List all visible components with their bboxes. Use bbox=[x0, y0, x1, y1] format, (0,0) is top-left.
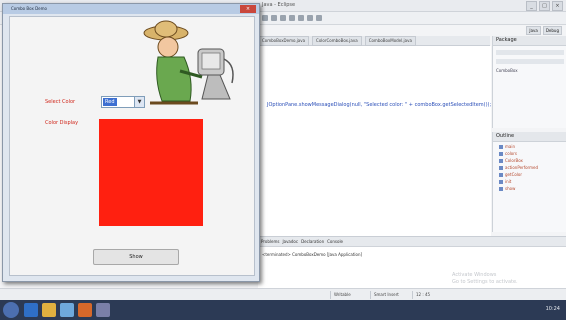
watermark-line-2: Go to Settings to activate. bbox=[452, 279, 518, 285]
show-button[interactable]: Show bbox=[93, 249, 179, 265]
method-icon bbox=[499, 186, 503, 191]
system-clock: 10:24 bbox=[545, 306, 560, 312]
forward-icon[interactable] bbox=[316, 15, 322, 21]
activation-watermark: Activate Windows Go to Settings to activ… bbox=[452, 272, 518, 286]
tab-comboboxdemo[interactable]: ComboBoxDemo.java bbox=[258, 36, 310, 46]
package-panel-title: Package bbox=[493, 36, 566, 46]
debug-icon[interactable] bbox=[289, 15, 295, 21]
media-icon[interactable] bbox=[60, 303, 74, 317]
outline-item[interactable]: main bbox=[499, 144, 561, 149]
run-icon[interactable] bbox=[280, 15, 286, 21]
outline-item[interactable]: actionPerformed bbox=[499, 165, 561, 170]
package-item[interactable]: ComboBox bbox=[496, 68, 564, 73]
color-combo-box[interactable]: Red ▼ bbox=[101, 96, 145, 108]
combo-selected-value: Red bbox=[103, 98, 117, 106]
perspective-java[interactable]: Java bbox=[526, 26, 541, 35]
tab-problems[interactable]: Problems bbox=[261, 237, 279, 246]
app-close-button[interactable]: × bbox=[240, 5, 256, 13]
status-cursor-position: 12 : 45 bbox=[412, 291, 433, 299]
search-icon[interactable] bbox=[298, 15, 304, 21]
app-title: Combo Box Demo bbox=[11, 6, 47, 11]
perspective-debug[interactable]: Debug bbox=[542, 26, 562, 35]
eclipse-icon[interactable] bbox=[78, 303, 92, 317]
start-orb-icon[interactable] bbox=[3, 302, 19, 318]
package-filter-row[interactable] bbox=[496, 59, 564, 64]
color-display-label: Color Display bbox=[45, 120, 79, 126]
package-panel: Package ComboBox bbox=[492, 36, 566, 128]
tab-comboboxmodel[interactable]: ComboBoxModel.java bbox=[364, 36, 416, 46]
code-line: JOptionPane.showMessageDialog(null, "Sel… bbox=[267, 102, 492, 108]
maximize-button[interactable]: □ bbox=[539, 1, 550, 11]
close-button[interactable]: × bbox=[552, 1, 563, 11]
console-tabs: Problems Javadoc Declaration Console bbox=[258, 237, 566, 247]
color-display-panel bbox=[99, 119, 203, 226]
windows-taskbar: 10:24 bbox=[0, 300, 566, 320]
method-icon bbox=[499, 165, 503, 170]
package-search-field[interactable] bbox=[496, 50, 564, 55]
toolbar-icons bbox=[262, 15, 322, 21]
minimize-button[interactable]: _ bbox=[526, 1, 537, 11]
combo-box-demo-window: Combo Box Demo × Select Color Red ▼ Colo… bbox=[2, 3, 260, 282]
new-file-icon[interactable] bbox=[262, 15, 268, 21]
tab-declaration[interactable]: Declaration bbox=[301, 237, 324, 246]
code-editor[interactable]: JOptionPane.showMessageDialog(null, "Sel… bbox=[258, 46, 491, 236]
method-icon bbox=[499, 172, 503, 177]
chevron-down-icon[interactable]: ▼ bbox=[134, 97, 144, 107]
cartoon-man-at-computer-icon bbox=[143, 20, 234, 105]
outline-item[interactable]: getColor bbox=[499, 172, 561, 177]
outline-item[interactable]: colors bbox=[499, 151, 561, 156]
method-icon bbox=[499, 179, 503, 184]
ide-window-controls: _ □ × bbox=[526, 1, 563, 11]
editor-tabs: ComboBoxDemo.java ColorComboBox.java Com… bbox=[258, 36, 490, 46]
app-titlebar: Combo Box Demo × bbox=[3, 4, 259, 14]
watermark-line-1: Activate Windows bbox=[452, 272, 497, 278]
status-insert-mode: Smart Insert bbox=[370, 291, 402, 299]
ide-title: Java - Eclipse bbox=[262, 2, 296, 8]
tab-colorcombobox[interactable]: ColorComboBox.java bbox=[312, 36, 362, 46]
outline-panel: Outline main colors ColorBox actionPerfo… bbox=[492, 132, 566, 232]
field-icon bbox=[499, 151, 503, 156]
outline-item[interactable]: ColorBox bbox=[499, 158, 561, 163]
app-content: Select Color Red ▼ Color Display Show bbox=[9, 16, 255, 276]
save-icon[interactable] bbox=[271, 15, 277, 21]
folder-icon[interactable] bbox=[42, 303, 56, 317]
perspective-switcher: Java Debug bbox=[526, 26, 562, 35]
select-color-label: Select Color bbox=[45, 99, 76, 105]
field-icon bbox=[499, 158, 503, 163]
console-output: <terminated> ComboBoxDemo [Java Applicat… bbox=[262, 252, 363, 257]
back-icon[interactable] bbox=[307, 15, 313, 21]
tab-console[interactable]: Console bbox=[327, 237, 343, 246]
method-icon bbox=[499, 144, 503, 149]
status-writable: Writable bbox=[330, 291, 354, 299]
browser-icon[interactable] bbox=[24, 303, 38, 317]
outline-item[interactable]: init bbox=[499, 179, 561, 184]
settings-icon[interactable] bbox=[96, 303, 110, 317]
outline-panel-title: Outline bbox=[493, 132, 566, 142]
outline-item[interactable]: show bbox=[499, 186, 561, 191]
tab-javadoc[interactable]: Javadoc bbox=[282, 237, 298, 246]
